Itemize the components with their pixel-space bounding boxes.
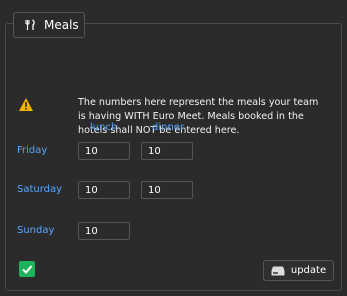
day-label-sunday: Sunday — [17, 225, 55, 236]
checkmark-icon — [21, 260, 33, 279]
column-lunch: lunch — [90, 122, 118, 133]
sunday-lunch-input[interactable] — [78, 222, 130, 240]
meals-tab[interactable]: Meals — [13, 12, 85, 38]
day-label-saturday: Saturday — [17, 184, 63, 195]
server-icon — [271, 266, 285, 276]
update-label: update — [290, 265, 327, 276]
fork-knife-icon — [24, 19, 36, 31]
friday-lunch-input[interactable] — [78, 142, 130, 160]
day-label-friday: Friday — [17, 145, 48, 156]
column-dinner: dinner — [152, 122, 185, 133]
tab-label: Meals — [44, 18, 79, 32]
saturday-lunch-input[interactable] — [78, 181, 130, 199]
confirm-checkbox[interactable] — [19, 261, 35, 277]
friday-dinner-input[interactable] — [141, 142, 193, 160]
update-button[interactable]: update — [263, 260, 334, 281]
warning-icon — [19, 96, 33, 111]
saturday-dinner-input[interactable] — [141, 181, 193, 199]
